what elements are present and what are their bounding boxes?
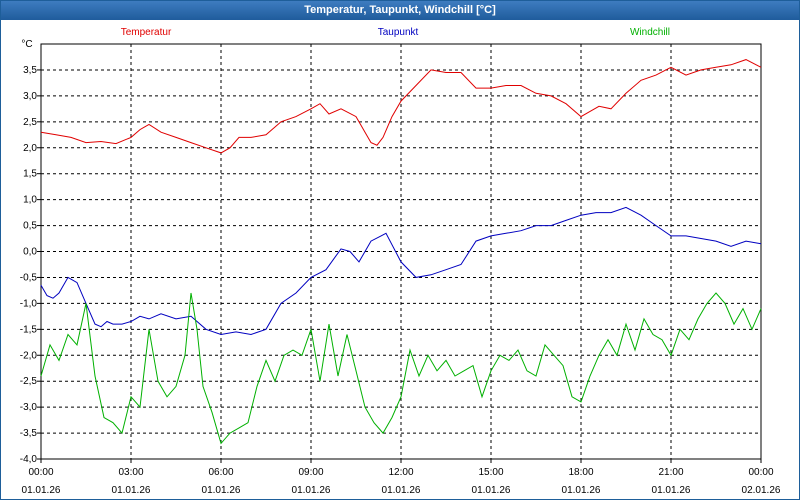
x-tick-time-label: 12:00: [388, 467, 413, 478]
y-tick-label: 2,0: [23, 143, 37, 154]
x-tick-time-label: 06:00: [208, 467, 233, 478]
x-tick-date-label: 01.01.26: [382, 485, 421, 496]
y-tick-label: -3,0: [20, 402, 38, 413]
chart-window: Temperatur, Taupunkt, Windchill [°C] -4,…: [0, 0, 800, 500]
y-tick-label: 1,0: [23, 195, 37, 206]
x-tick-date-label: 01.01.26: [22, 485, 61, 496]
y-tick-label: -2,5: [20, 376, 38, 387]
y-tick-label: -3,5: [20, 428, 38, 439]
legend-label-windchill: Windchill: [630, 27, 670, 38]
y-tick-label: -1,0: [20, 298, 38, 309]
x-tick-time-label: 18:00: [568, 467, 593, 478]
x-tick-date-label: 01.01.26: [472, 485, 511, 496]
x-tick-date-label: 01.01.26: [112, 485, 151, 496]
legend-label-taupunkt: Taupunkt: [378, 27, 419, 38]
y-tick-label: -4,0: [20, 454, 38, 465]
x-tick-time-label: 00:00: [28, 467, 53, 478]
y-tick-label: -1,5: [20, 324, 38, 335]
x-tick-date-label: 01.01.26: [202, 485, 241, 496]
x-tick-date-label: 01.01.26: [562, 485, 601, 496]
y-tick-label: 3,5: [23, 65, 37, 76]
x-tick-date-label: 01.01.26: [292, 485, 331, 496]
y-tick-label: 0,5: [23, 221, 37, 232]
legend-label-temperatur: Temperatur: [121, 27, 172, 38]
x-tick-time-label: 00:00: [748, 467, 773, 478]
x-tick-time-label: 09:00: [298, 467, 323, 478]
x-tick-date-label: 01.01.26: [652, 485, 691, 496]
x-tick-date-label: 02.01.26: [742, 485, 781, 496]
y-tick-label: -2,0: [20, 350, 38, 361]
x-tick-time-label: 03:00: [118, 467, 143, 478]
y-tick-label: 1,5: [23, 169, 37, 180]
y-tick-label: 2,5: [23, 117, 37, 128]
y-tick-label: 3,0: [23, 91, 37, 102]
y-tick-label: 0,0: [23, 247, 37, 258]
chart-svg: -4,0 -3,5 -3,0 -2,5 -2,0 -1,5 -1,0 -0,5 0,0 0,5 1,…: [20, 27, 781, 496]
x-tick-time-label: 15:00: [478, 467, 503, 478]
y-axis-unit-label: °C: [21, 39, 32, 50]
y-tick-label: -0,5: [20, 272, 38, 283]
x-tick-time-label: 21:00: [658, 467, 683, 478]
